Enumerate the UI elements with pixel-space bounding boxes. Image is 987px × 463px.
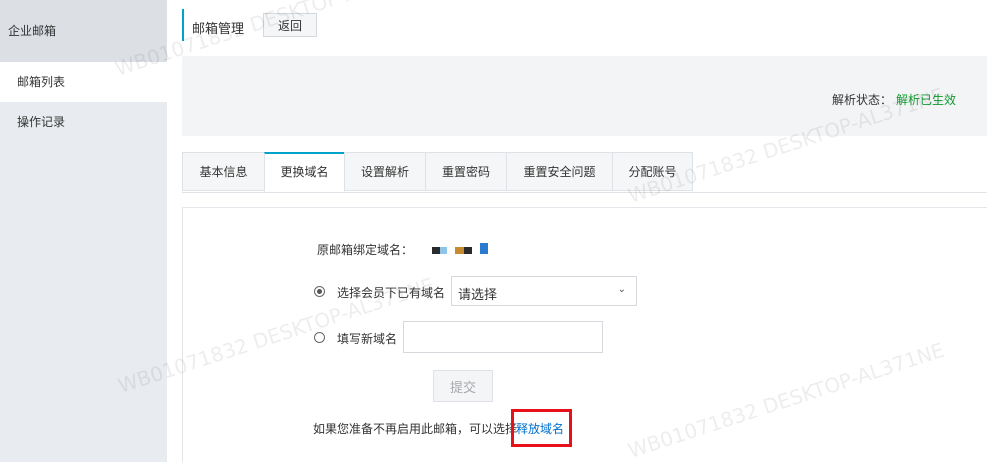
radio-existing-domain[interactable] [314,286,325,297]
tab-reset-password[interactable]: 重置密码 [425,152,507,191]
new-domain-input[interactable] [403,321,603,353]
sidebar-item-operation-log[interactable]: 操作记录 [0,102,167,142]
page-header: 邮箱管理 返回 [182,0,987,56]
submit-button[interactable]: 提交 [433,370,493,402]
tab-assign-account[interactable]: 分配账号 [612,152,693,191]
existing-domain-label: 选择会员下已有域名 [337,286,446,300]
status-area: 解析状态： 解析已生效 [182,56,987,136]
sidebar: 企业邮箱 邮箱列表 操作记录 [0,0,167,462]
tab-basic-info[interactable]: 基本信息 [182,152,265,191]
page-title: 邮箱管理 [192,22,245,37]
tab-set-resolution[interactable]: 设置解析 [344,152,426,191]
back-button[interactable]: 返回 [263,13,317,37]
chevron-down-icon: ⌄ [617,284,626,295]
sidebar-title: 企业邮箱 [0,0,167,62]
original-domain-label: 原邮箱绑定域名： [317,243,414,257]
existing-domain-select[interactable]: 请选择 ⌄ [451,276,637,306]
tab-reset-security-question[interactable]: 重置安全问题 [506,152,613,191]
select-value: 请选择 [458,288,498,303]
status-badge: 解析已生效 [896,93,957,107]
tab-change-domain[interactable]: 更换域名 [264,152,345,192]
header-accent-bar [182,9,184,41]
tab-bar: 基本信息 更换域名 设置解析 重置密码 重置安全问题 分配账号 [182,152,987,193]
new-domain-label: 填写新域名 [337,332,398,346]
radio-new-domain[interactable] [314,332,325,343]
release-hint-text: 如果您准备不再启用此邮箱，可以选择 [313,422,518,436]
status-label: 解析状态： [832,93,893,107]
release-domain-link[interactable]: 释放域名 [516,420,564,437]
sidebar-item-mailbox-list[interactable]: 邮箱列表 [0,62,167,102]
